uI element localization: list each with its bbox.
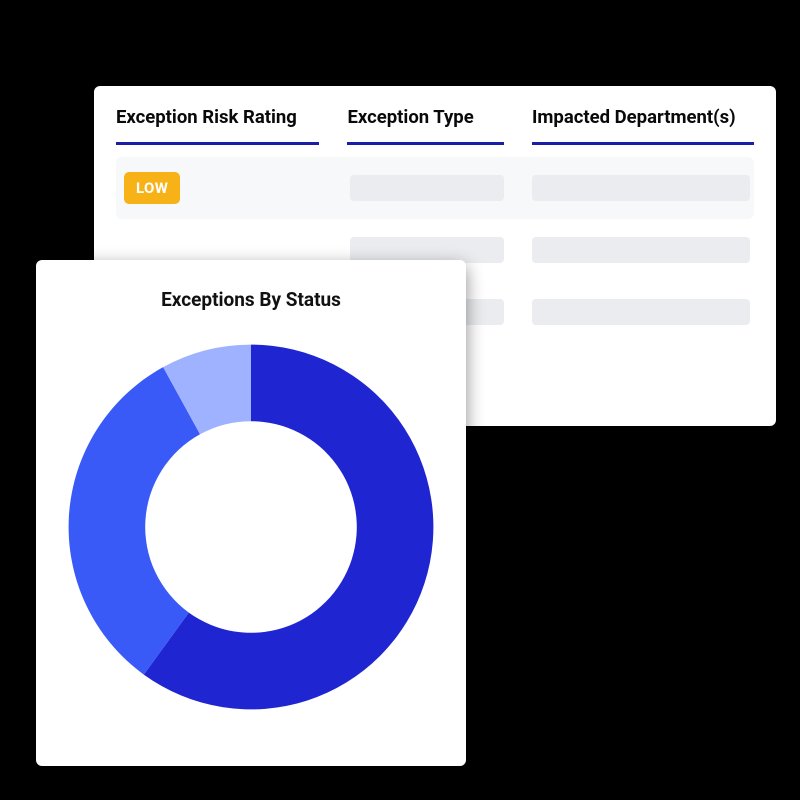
column-header-type[interactable]: Exception Type [347,106,504,145]
cell-rating: LOW [120,172,322,204]
table-row[interactable]: LOW [116,157,754,219]
column-header-dept[interactable]: Impacted Department(s) [532,106,754,145]
cell-dept [532,175,750,201]
placeholder-bar [532,175,750,201]
risk-badge-low: LOW [124,172,180,204]
exceptions-chart-panel: Exceptions By Status [36,260,466,766]
cell-dept [532,237,750,263]
column-header-rating[interactable]: Exception Risk Rating [116,106,319,145]
placeholder-bar [350,175,504,201]
table-header-row: Exception Risk Rating Exception Type Imp… [116,106,754,157]
placeholder-bar [532,237,750,263]
donut-chart [61,337,441,717]
cell-dept [532,299,750,325]
placeholder-bar [532,299,750,325]
chart-title: Exceptions By Status [60,288,442,311]
cell-type [350,175,504,201]
